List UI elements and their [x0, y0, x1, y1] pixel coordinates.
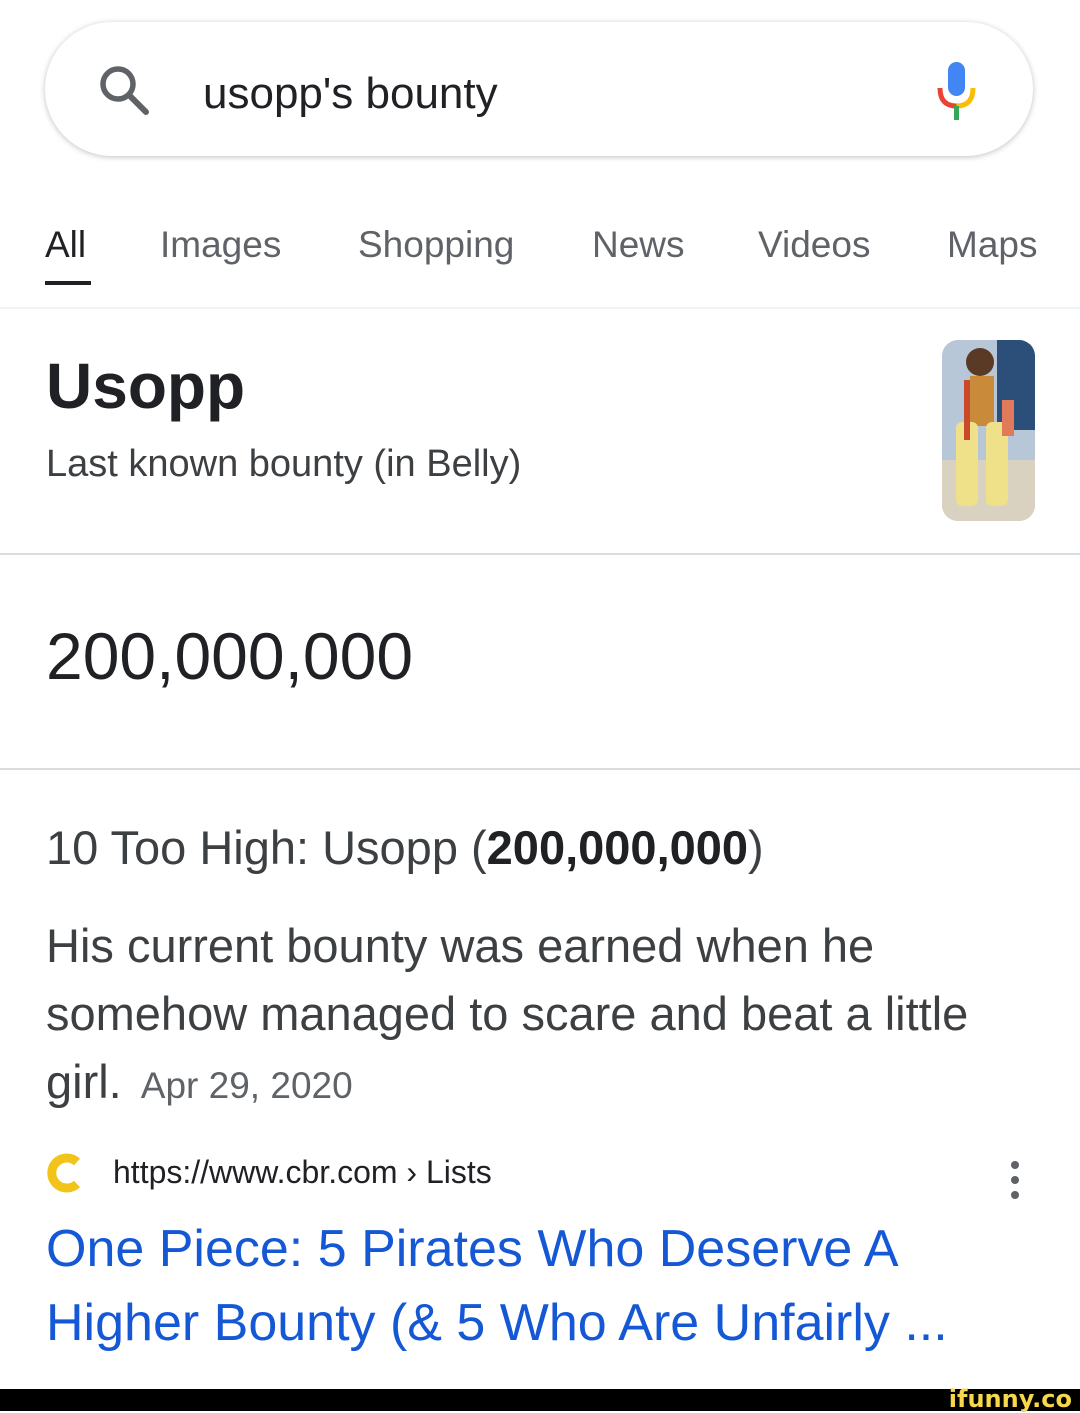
tab-images[interactable]: Images: [160, 222, 281, 268]
search-tabs: All Images Shopping News Videos Maps: [0, 218, 1080, 308]
active-tab-indicator: [45, 281, 91, 285]
section-divider: [0, 768, 1080, 770]
snippet-heading: 10 Too High: Usopp (200,000,000): [46, 818, 764, 878]
snippet-heading-suffix: ): [748, 821, 764, 874]
bounty-answer: 200,000,000: [46, 619, 414, 693]
tab-videos[interactable]: Videos: [758, 222, 870, 268]
snippet-heading-prefix: 10 Too High: Usopp (: [46, 821, 487, 874]
tab-shopping[interactable]: Shopping: [358, 222, 514, 268]
entity-subtitle: Last known bounty (in Belly): [46, 443, 522, 485]
tab-maps[interactable]: Maps: [947, 222, 1037, 268]
cbr-favicon-icon: [47, 1153, 81, 1193]
microphone-icon[interactable]: [932, 60, 982, 122]
section-divider: [0, 553, 1080, 555]
search-icon[interactable]: [96, 62, 152, 118]
character-thumbnail[interactable]: [942, 340, 1035, 521]
snippet-heading-highlight: 200,000,000: [486, 821, 749, 874]
footer-bar: [0, 1389, 1080, 1411]
tab-news[interactable]: News: [592, 222, 685, 268]
snippet-body: His current bounty was earned when he so…: [46, 912, 1006, 1120]
watermark: ifunny.co: [948, 1385, 1072, 1413]
search-bar[interactable]: [45, 22, 1033, 156]
snippet-date: Apr 29, 2020: [140, 1065, 353, 1106]
result-url[interactable]: https://www.cbr.com › Lists: [113, 1152, 492, 1192]
tab-all[interactable]: All: [45, 222, 86, 268]
entity-title: Usopp: [46, 350, 246, 422]
more-options-icon[interactable]: [1008, 1160, 1022, 1200]
tabs-divider: [0, 307, 1080, 309]
result-title-link[interactable]: One Piece: 5 Pirates Who Deserve A Highe…: [46, 1212, 1036, 1360]
result-source: https://www.cbr.com › Lists: [46, 1148, 1036, 1200]
search-input[interactable]: usopp's bounty: [203, 68, 498, 120]
